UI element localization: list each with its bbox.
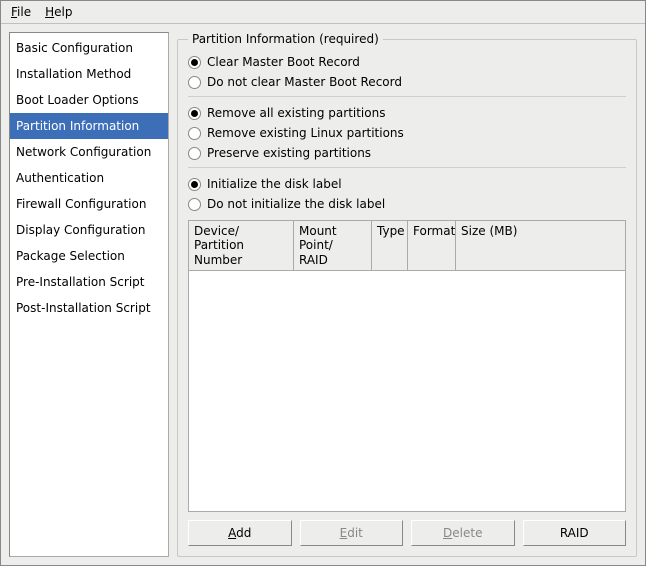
menubar: File Help bbox=[1, 1, 645, 24]
radio-remove-linux[interactable]: Remove existing Linux partitions bbox=[188, 123, 626, 143]
col-mount[interactable]: Mount Point/ RAID bbox=[294, 221, 372, 270]
radio-icon bbox=[188, 198, 201, 211]
table-body bbox=[189, 271, 625, 511]
col-format[interactable]: Format bbox=[408, 221, 456, 270]
menu-file[interactable]: File bbox=[11, 5, 31, 19]
sidebar-item-network-configuration[interactable]: Network Configuration bbox=[10, 139, 168, 165]
radio-icon bbox=[188, 56, 201, 69]
sidebar-item-pre-installation-script[interactable]: Pre-Installation Script bbox=[10, 269, 168, 295]
sidebar-item-authentication[interactable]: Authentication bbox=[10, 165, 168, 191]
partition-info-group: Partition Information (required) Clear M… bbox=[177, 32, 637, 557]
content: Basic ConfigurationInstallation MethodBo… bbox=[1, 24, 645, 565]
radio-no-init-label[interactable]: Do not initialize the disk label bbox=[188, 194, 626, 214]
sidebar-item-display-configuration[interactable]: Display Configuration bbox=[10, 217, 168, 243]
sidebar-item-partition-information[interactable]: Partition Information bbox=[10, 113, 168, 139]
main-panel: Partition Information (required) Clear M… bbox=[177, 32, 637, 557]
group-legend: Partition Information (required) bbox=[188, 32, 383, 46]
sidebar-item-post-installation-script[interactable]: Post-Installation Script bbox=[10, 295, 168, 321]
edit-button[interactable]: Edit bbox=[300, 520, 404, 546]
button-row: Add Edit Delete RAID bbox=[188, 520, 626, 546]
radio-no-clear-mbr[interactable]: Do not clear Master Boot Record bbox=[188, 72, 626, 92]
add-button[interactable]: Add bbox=[188, 520, 292, 546]
radio-icon bbox=[188, 107, 201, 120]
radio-icon bbox=[188, 76, 201, 89]
col-device[interactable]: Device/ Partition Number bbox=[189, 221, 294, 270]
col-type[interactable]: Type bbox=[372, 221, 408, 270]
divider bbox=[188, 96, 626, 97]
sidebar-item-basic-configuration[interactable]: Basic Configuration bbox=[10, 35, 168, 61]
menu-help[interactable]: Help bbox=[45, 5, 72, 19]
divider bbox=[188, 167, 626, 168]
sidebar-item-installation-method[interactable]: Installation Method bbox=[10, 61, 168, 87]
partition-table[interactable]: Device/ Partition Number Mount Point/ RA… bbox=[188, 220, 626, 512]
radio-init-label[interactable]: Initialize the disk label bbox=[188, 174, 626, 194]
radio-icon bbox=[188, 147, 201, 160]
col-size[interactable]: Size (MB) bbox=[456, 221, 625, 270]
radio-icon bbox=[188, 127, 201, 140]
radio-icon bbox=[188, 178, 201, 191]
radio-clear-mbr[interactable]: Clear Master Boot Record bbox=[188, 52, 626, 72]
sidebar-item-package-selection[interactable]: Package Selection bbox=[10, 243, 168, 269]
raid-button[interactable]: RAID bbox=[523, 520, 627, 546]
sidebar-item-boot-loader-options[interactable]: Boot Loader Options bbox=[10, 87, 168, 113]
radio-preserve[interactable]: Preserve existing partitions bbox=[188, 143, 626, 163]
radio-remove-all[interactable]: Remove all existing partitions bbox=[188, 103, 626, 123]
delete-button[interactable]: Delete bbox=[411, 520, 515, 546]
sidebar-item-firewall-configuration[interactable]: Firewall Configuration bbox=[10, 191, 168, 217]
sidebar: Basic ConfigurationInstallation MethodBo… bbox=[9, 32, 169, 557]
table-header-row: Device/ Partition Number Mount Point/ RA… bbox=[189, 221, 625, 271]
